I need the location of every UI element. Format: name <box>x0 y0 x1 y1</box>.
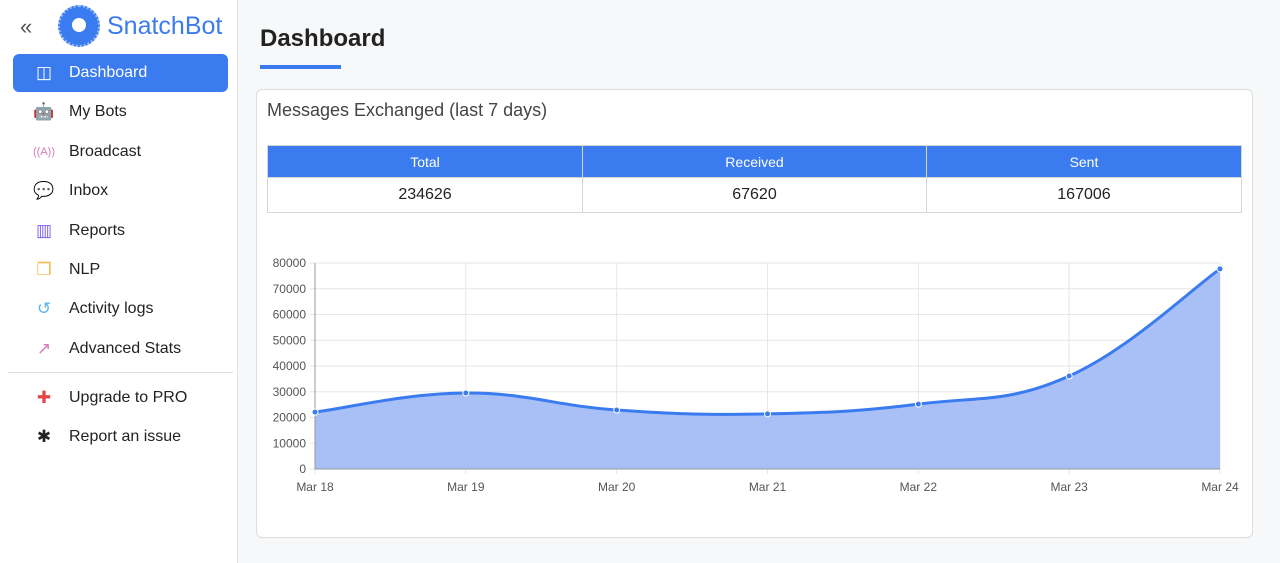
data-point <box>613 406 621 414</box>
y-tick-label: 50000 <box>273 333 307 347</box>
x-tick-label: Mar 18 <box>296 480 334 494</box>
x-tick-label: Mar 20 <box>598 480 636 494</box>
y-tick-label: 10000 <box>273 436 307 450</box>
data-point <box>311 408 319 416</box>
y-tick-label: 60000 <box>273 308 307 322</box>
data-point <box>1065 372 1073 380</box>
data-point <box>914 400 922 408</box>
data-point <box>462 389 470 397</box>
x-tick-label: Mar 19 <box>447 480 485 494</box>
x-tick-label: Mar 22 <box>900 480 938 494</box>
data-point <box>764 410 771 418</box>
messages-chart: 0 10000 20000 30000 40000 50000 60000 70000 8000… <box>273 256 1239 494</box>
y-tick-label: 30000 <box>273 385 307 399</box>
y-tick-label: 70000 <box>273 282 307 296</box>
x-tick-label: Mar 21 <box>749 480 787 494</box>
x-tick-label: Mar 24 <box>1201 480 1239 494</box>
y-tick-label: 20000 <box>273 411 307 425</box>
x-tick-label: Mar 23 <box>1050 480 1088 494</box>
y-tick-label: 40000 <box>273 359 307 373</box>
data-point <box>1216 265 1224 273</box>
y-tick-label: 80000 <box>273 256 307 270</box>
y-tick-label: 0 <box>299 462 306 476</box>
